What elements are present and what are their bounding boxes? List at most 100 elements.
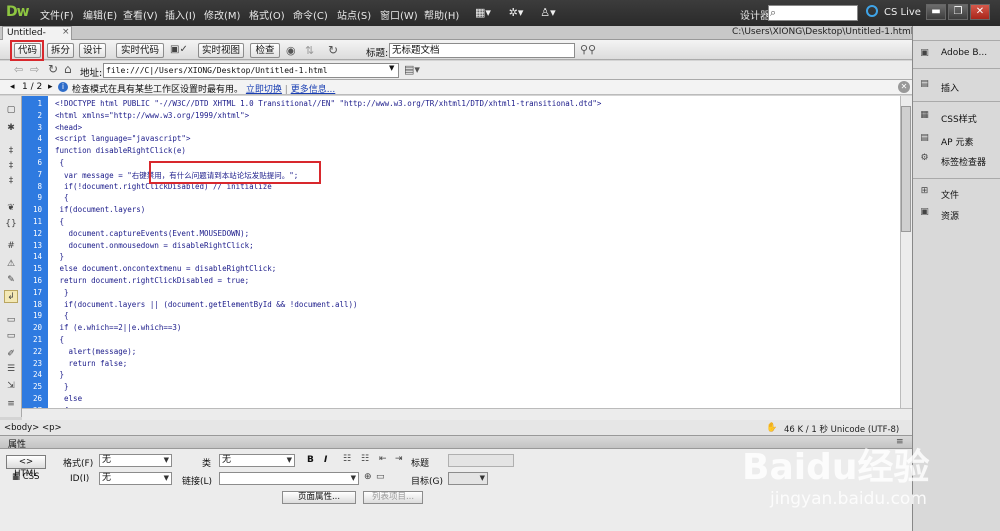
show-code-navigator-icon[interactable]: ✱ <box>4 122 18 135</box>
id-select[interactable]: 无 <box>99 472 172 485</box>
collapse-tag-icon[interactable]: ‡ <box>4 145 18 158</box>
wrap-tag-icon[interactable]: ✐ <box>4 348 18 361</box>
restore-button[interactable]: ❐ <box>948 4 968 20</box>
title-field-input[interactable] <box>448 454 514 467</box>
menu-modify[interactable]: 修改(M) <box>204 7 240 22</box>
live-code-button[interactable]: 实时代码 <box>116 43 164 58</box>
link-label: 链接(L) <box>182 477 213 487</box>
open-documents-icon[interactable]: ▢ <box>4 104 18 117</box>
line-number: 5 <box>37 146 42 156</box>
info-page: 1 / 2 <box>22 82 43 92</box>
select-parent-tag-icon[interactable]: ❦ <box>4 202 18 215</box>
live-view-button[interactable]: 实时视图 <box>198 43 244 58</box>
target-select[interactable] <box>448 472 488 485</box>
remove-comment-icon[interactable]: ▭ <box>4 330 18 343</box>
close-button[interactable]: ✕ <box>970 4 990 20</box>
balance-braces-icon[interactable]: {} <box>4 218 18 231</box>
info-prev-icon[interactable]: ◂ <box>10 82 15 92</box>
cslive-icon <box>866 5 878 17</box>
menu-edit[interactable]: 编辑(E) <box>83 7 117 22</box>
panel-browserlab[interactable]: Adobe B... <box>941 48 987 58</box>
more-info-link[interactable]: 更多信息... <box>291 85 336 95</box>
split-view-button[interactable]: 拆分 <box>47 43 74 58</box>
address-options-icon[interactable]: ▤▾ <box>404 63 420 76</box>
refresh-icon[interactable]: ↻ <box>328 43 338 57</box>
expand-all-icon[interactable]: ‡ <box>4 175 18 188</box>
tag-p[interactable]: <p> <box>42 423 62 433</box>
check-page-icon[interactable]: ⚲⚲ <box>580 43 596 56</box>
outdent-icon[interactable]: ⇤ <box>379 454 387 464</box>
minimize-button[interactable]: ▬ <box>926 4 946 20</box>
inspect-button[interactable]: 检查 <box>250 43 280 58</box>
extend-icon[interactable]: ♙▾ <box>537 5 559 21</box>
info-next-icon[interactable]: ▸ <box>48 82 53 92</box>
menu-insert[interactable]: 插入(I) <box>165 7 196 22</box>
italic-button[interactable]: I <box>324 455 327 465</box>
panel-css-styles[interactable]: CSS样式 <box>941 112 977 125</box>
panel-ap-elements[interactable]: AP 元素 <box>941 135 973 148</box>
html-mode-button[interactable]: <> HTML <box>6 455 46 479</box>
panel-tag-inspector[interactable]: 标签检查器 <box>941 155 986 168</box>
bold-button[interactable]: B <box>307 455 314 465</box>
recent-snippets-icon[interactable]: ☰ <box>4 363 18 376</box>
switch-now-link[interactable]: 立即切换 <box>246 85 282 95</box>
title-input[interactable]: 无标题文档 <box>389 43 575 58</box>
menu-help[interactable]: 帮助(H) <box>424 7 459 22</box>
format-select[interactable]: 无 <box>99 454 172 467</box>
reload-icon[interactable]: ↻ <box>48 62 58 76</box>
class-select[interactable]: 无 <box>219 454 295 467</box>
address-input[interactable]: file:///C|/Users/XIONG/Desktop/Untitled-… <box>103 63 399 78</box>
menu-site[interactable]: 站点(S) <box>337 7 371 22</box>
home-icon[interactable]: ⌂ <box>64 62 72 76</box>
ordered-list-icon[interactable]: ☷ <box>361 454 369 464</box>
collapse-selection-icon[interactable]: ‡ <box>4 160 18 173</box>
css-mode-button[interactable]: ▦ CSS <box>12 472 39 482</box>
title-label: 标题: <box>366 48 389 59</box>
apply-comment-icon[interactable]: ▭ <box>4 314 18 327</box>
line-number: 7 <box>37 169 42 179</box>
browser-check-icon[interactable]: ▣✓ <box>170 44 188 55</box>
search-input[interactable] <box>768 5 858 21</box>
menu-commands[interactable]: 命令(C) <box>293 7 328 22</box>
panel-files[interactable]: 文件 <box>941 188 959 201</box>
menu-file[interactable]: 文件(F) <box>40 7 74 22</box>
browse-folder-icon[interactable]: ▭ <box>376 472 385 482</box>
menu-format[interactable]: 格式(O) <box>249 7 285 22</box>
hand-icon[interactable]: ✋ <box>766 423 777 433</box>
address-dropdown-icon[interactable]: ▼ <box>389 64 394 72</box>
layout-icon[interactable]: ▦▾ <box>472 5 494 21</box>
tab-close-icon[interactable]: × <box>62 27 70 37</box>
search-icon: ⌕ <box>770 6 777 19</box>
panel-insert[interactable]: 插入 <box>941 81 959 94</box>
indent-text-icon[interactable]: ⇥ <box>395 454 403 464</box>
globe-icon[interactable]: ◉ <box>286 44 296 57</box>
forward-icon[interactable]: ⇨ <box>30 63 39 76</box>
menu-view[interactable]: 查看(V) <box>123 7 158 22</box>
files-icon: ⊞ <box>920 186 929 196</box>
point-to-file-icon[interactable]: ⊕ <box>364 472 372 482</box>
syntax-error-icon[interactable]: ✎ <box>4 274 18 287</box>
back-icon[interactable]: ⇦ <box>14 63 23 76</box>
line-numbers-icon[interactable]: # <box>4 240 18 253</box>
info-icon: i <box>58 82 68 92</box>
word-wrap-icon[interactable]: ↲ <box>4 290 18 303</box>
indent-icon[interactable]: ≡ <box>4 398 18 411</box>
code-line: alert(message); <box>55 346 137 356</box>
cslive-button[interactable]: CS Live <box>884 7 921 18</box>
list-item-button[interactable]: 列表项目... <box>363 491 423 504</box>
design-view-button[interactable]: 设计 <box>79 43 106 58</box>
horizontal-scrollbar[interactable] <box>22 408 912 420</box>
info-close-icon[interactable]: ✕ <box>898 81 910 93</box>
menu-window[interactable]: 窗口(W) <box>380 7 418 22</box>
gear-icon[interactable]: ✲▾ <box>505 5 527 21</box>
move-css-icon[interactable]: ⇲ <box>4 380 18 393</box>
format-label: 格式(F) <box>63 459 94 469</box>
unordered-list-icon[interactable]: ☷ <box>343 454 351 464</box>
panel-assets[interactable]: 资源 <box>941 209 959 222</box>
page-properties-button[interactable]: 页面属性... <box>282 491 356 504</box>
link-input[interactable] <box>219 472 359 485</box>
file-manage-icon[interactable]: ⇅ <box>305 44 314 57</box>
highlight-invalid-icon[interactable]: ⚠ <box>4 258 18 271</box>
tag-body[interactable]: <body> <box>4 423 39 433</box>
vertical-scrollbar-thumb[interactable] <box>901 106 911 232</box>
